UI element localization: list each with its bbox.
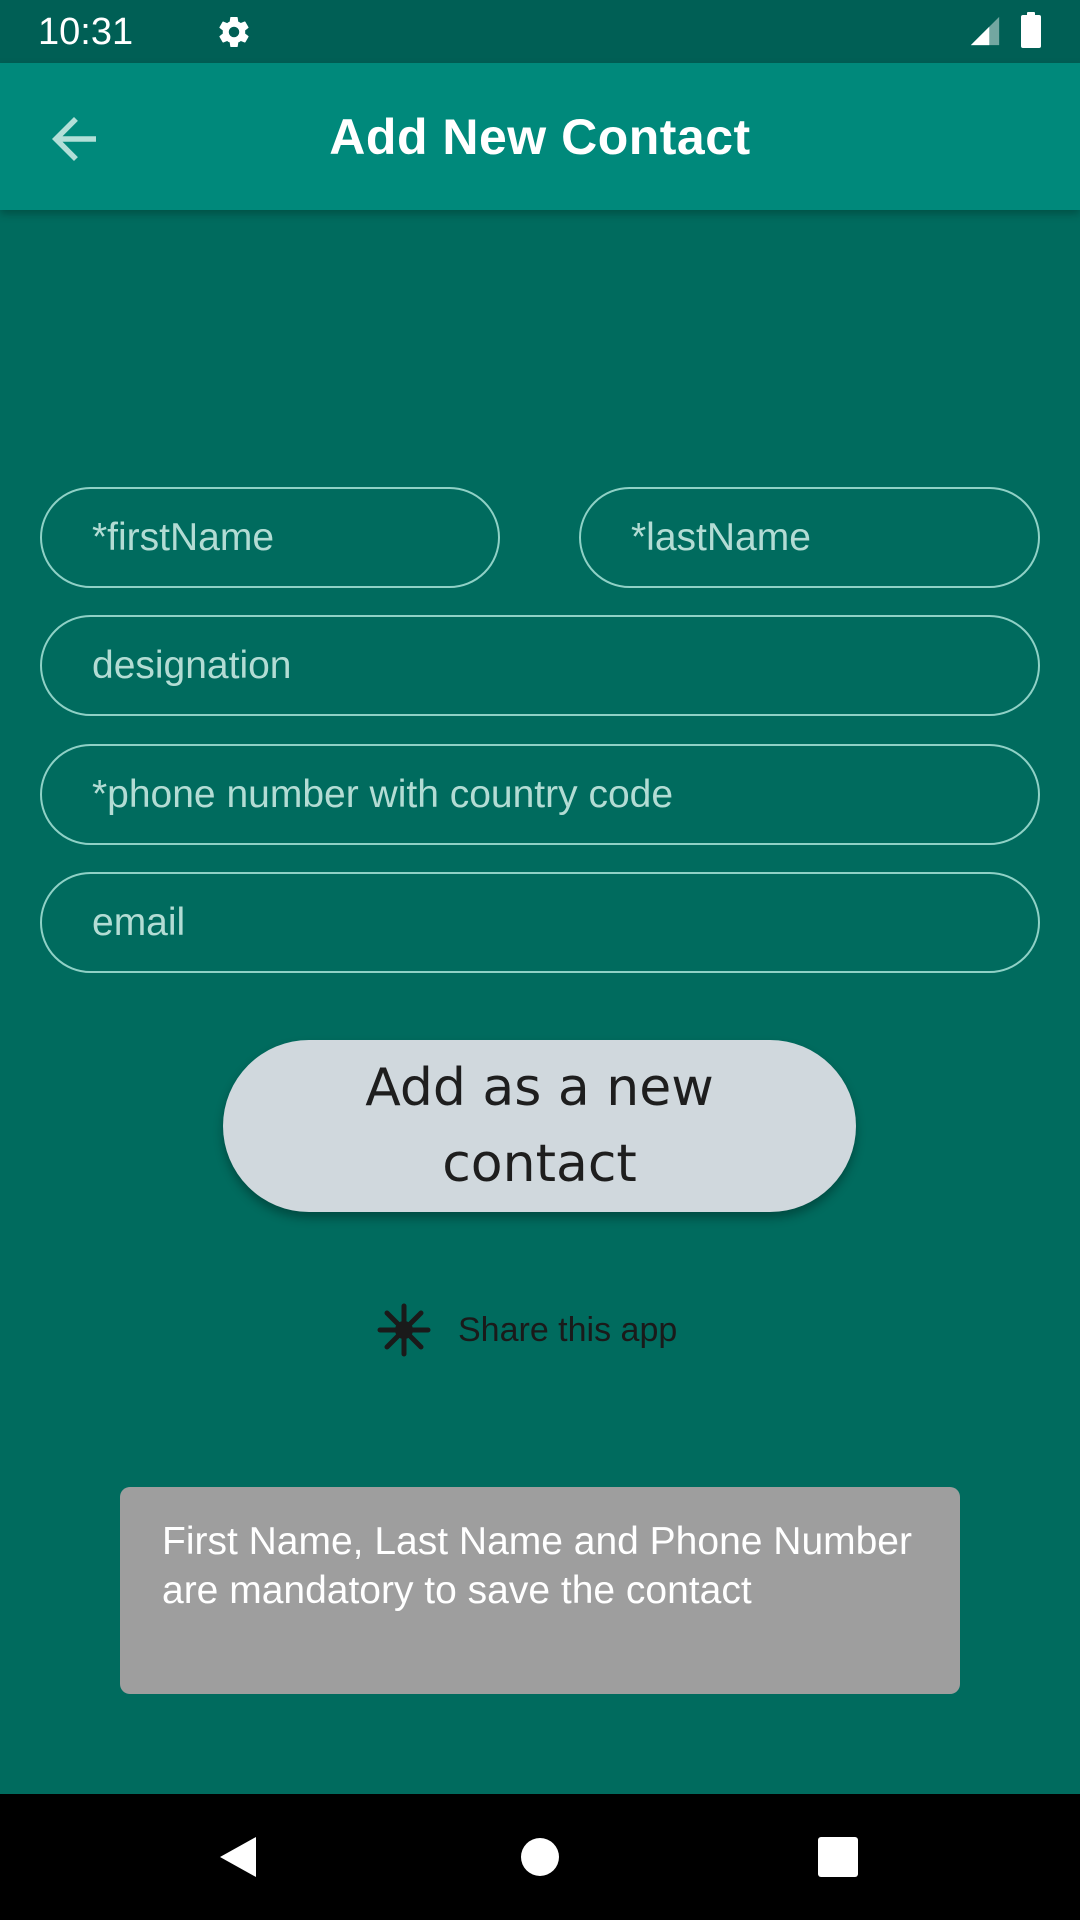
nav-recents-button[interactable] [808, 1827, 868, 1887]
app-bar: Add New Contact [0, 63, 1080, 210]
first-name-field[interactable] [40, 487, 500, 588]
back-button[interactable] [34, 99, 114, 179]
arrow-back-icon [52, 117, 96, 161]
last-name-field[interactable] [579, 487, 1040, 588]
designation-field[interactable] [40, 615, 1040, 716]
nav-recents-icon [818, 1837, 858, 1877]
battery-icon [1021, 12, 1041, 48]
signal-icon [968, 14, 1002, 48]
add-contact-button[interactable]: Add as a new contact [223, 1040, 856, 1212]
toast-message: First Name, Last Name and Phone Number a… [120, 1487, 960, 1694]
share-asterisk-icon [376, 1302, 432, 1358]
share-app-label: Share this app [458, 1310, 678, 1349]
nav-back-icon [220, 1837, 256, 1877]
nav-back-button[interactable] [208, 1827, 268, 1887]
navigation-bar [0, 1794, 1080, 1920]
nav-home-icon [521, 1838, 559, 1876]
phone-field[interactable] [40, 744, 1040, 845]
nav-home-button[interactable] [510, 1827, 570, 1887]
email-field[interactable] [40, 872, 1040, 973]
status-bar: 10:31 [0, 0, 1080, 63]
page-title: Add New Contact [329, 108, 751, 165]
status-time: 10:31 [38, 11, 134, 53]
gear-icon [216, 14, 252, 50]
share-app-link[interactable]: Share this app [376, 1300, 716, 1360]
